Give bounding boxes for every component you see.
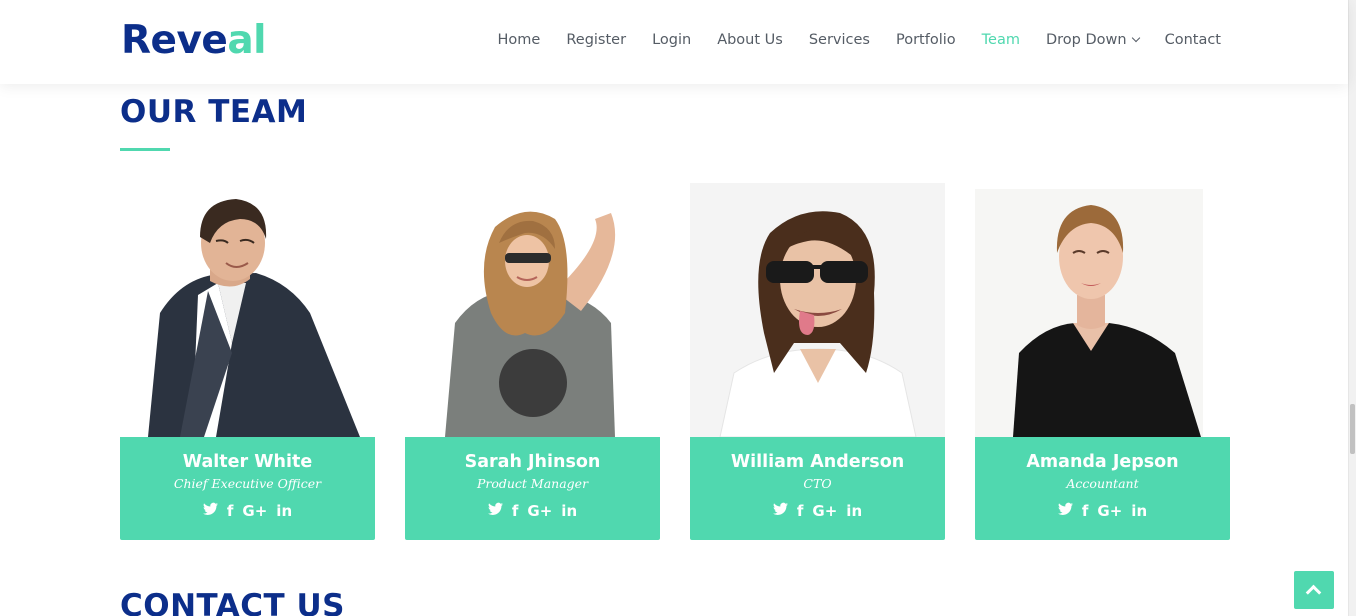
member-details: William Anderson CTO f G+ in bbox=[690, 437, 945, 540]
social-links: f G+ in bbox=[690, 502, 945, 520]
back-to-top-button[interactable] bbox=[1294, 571, 1334, 609]
nav-team[interactable]: Team bbox=[982, 30, 1020, 50]
linkedin-icon[interactable]: in bbox=[1131, 502, 1147, 520]
nav-portfolio[interactable]: Portfolio bbox=[896, 30, 956, 50]
nav-services[interactable]: Services bbox=[809, 30, 870, 50]
nav-drop-down[interactable]: Drop Down bbox=[1045, 30, 1140, 50]
logo-main: Reve bbox=[121, 18, 228, 63]
nav-drop-down-label: Drop Down bbox=[1045, 32, 1127, 48]
member-photo bbox=[690, 183, 945, 437]
scrollbar-thumb[interactable] bbox=[1350, 404, 1355, 454]
page: Reveal Home Register Login About Us Serv… bbox=[0, 0, 1356, 616]
member-photo bbox=[120, 183, 375, 437]
linkedin-icon[interactable]: in bbox=[276, 502, 292, 520]
linkedin-icon[interactable]: in bbox=[561, 502, 577, 520]
google-plus-icon[interactable]: G+ bbox=[527, 502, 552, 520]
facebook-icon[interactable]: f bbox=[227, 502, 234, 520]
member-name: Sarah Jhinson bbox=[464, 452, 601, 472]
twitter-icon[interactable] bbox=[1057, 502, 1073, 520]
chevron-down-icon bbox=[1131, 33, 1140, 43]
social-links: f G+ in bbox=[120, 502, 375, 520]
chevron-up-icon bbox=[1305, 584, 1322, 601]
facebook-icon[interactable]: f bbox=[797, 502, 804, 520]
member-role: Accountant bbox=[1066, 476, 1139, 491]
nav-home[interactable]: Home bbox=[498, 30, 541, 50]
member-photo bbox=[405, 183, 660, 437]
logo-accent: al bbox=[227, 18, 267, 63]
team-section-title: OUR TEAM bbox=[120, 94, 308, 130]
site-header: Reveal Home Register Login About Us Serv… bbox=[0, 0, 1348, 84]
member-photo bbox=[975, 183, 1230, 437]
member-details: Amanda Jepson Accountant f G+ in bbox=[975, 437, 1230, 540]
member-name: William Anderson bbox=[730, 452, 905, 472]
title-underline bbox=[120, 148, 170, 151]
twitter-icon[interactable] bbox=[487, 502, 503, 520]
member-role: CTO bbox=[803, 476, 832, 491]
facebook-icon[interactable]: f bbox=[512, 502, 519, 520]
member-name: Amanda Jepson bbox=[1026, 452, 1179, 472]
contact-section-title: CONTACT US bbox=[120, 588, 345, 616]
team-member: William Anderson CTO f G+ in bbox=[690, 183, 945, 540]
page-scrollbar[interactable] bbox=[1348, 0, 1356, 616]
nav-login[interactable]: Login bbox=[652, 30, 691, 50]
twitter-icon[interactable] bbox=[202, 502, 218, 520]
google-plus-icon[interactable]: G+ bbox=[812, 502, 837, 520]
nav-about-us[interactable]: About Us bbox=[717, 30, 783, 50]
linkedin-icon[interactable]: in bbox=[846, 502, 862, 520]
nav-contact[interactable]: Contact bbox=[1165, 30, 1221, 50]
nav-register[interactable]: Register bbox=[566, 30, 626, 50]
member-role: Chief Executive Officer bbox=[173, 476, 322, 491]
team-member: Amanda Jepson Accountant f G+ in bbox=[975, 183, 1230, 540]
team-member: Walter White Chief Executive Officer f G… bbox=[120, 183, 375, 540]
facebook-icon[interactable]: f bbox=[1082, 502, 1089, 520]
member-role: Product Manager bbox=[476, 476, 589, 491]
member-details: Sarah Jhinson Product Manager f G+ in bbox=[405, 437, 660, 540]
social-links: f G+ in bbox=[975, 502, 1230, 520]
social-links: f G+ in bbox=[405, 502, 660, 520]
member-details: Walter White Chief Executive Officer f G… bbox=[120, 437, 375, 540]
logo[interactable]: Reveal bbox=[121, 18, 267, 64]
team-grid: Walter White Chief Executive Officer f G… bbox=[120, 183, 1230, 540]
google-plus-icon[interactable]: G+ bbox=[242, 502, 267, 520]
google-plus-icon[interactable]: G+ bbox=[1097, 502, 1122, 520]
main-nav: Home Register Login About Us Services Po… bbox=[472, 30, 1221, 50]
member-name: Walter White bbox=[182, 452, 313, 472]
team-member: Sarah Jhinson Product Manager f G+ in bbox=[405, 183, 660, 540]
twitter-icon[interactable] bbox=[772, 502, 788, 520]
